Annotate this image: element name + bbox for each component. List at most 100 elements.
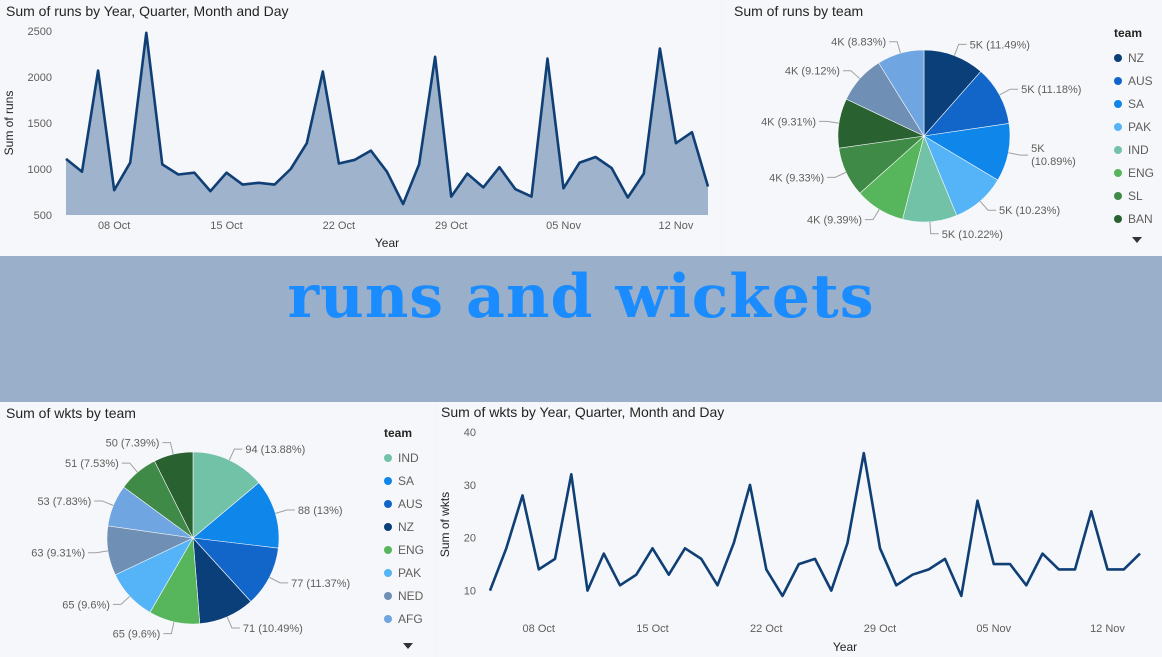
y-tick-label: 30 — [464, 480, 476, 492]
pie-data-label: 65 (9.6%) — [113, 629, 161, 641]
y-tick-label: 10 — [464, 586, 476, 598]
wkts-series-line — [488, 451, 1141, 598]
wkts-legend-more-icon[interactable] — [403, 640, 413, 654]
legend-item-sa[interactable]: SA — [1114, 92, 1154, 115]
pie-leader-line — [275, 509, 295, 514]
legend-item-aus[interactable]: AUS — [1114, 69, 1154, 92]
pie-leader-line — [929, 221, 939, 235]
pie-data-label: 4K (8.83%) — [831, 37, 886, 49]
x-tick-label: 08 Oct — [98, 220, 130, 232]
pie-data-label: 77 (11.37%) — [291, 578, 350, 590]
pie-leader-line — [162, 442, 174, 455]
x-tick-label: 12 Nov — [1090, 623, 1125, 635]
legend-dot — [384, 568, 392, 577]
banner-title: runs and wickets — [287, 262, 875, 332]
pie-data-label: 4K (9.31%) — [761, 116, 816, 128]
wkts-pie-chart[interactable]: 94 (13.88%) 88 (13%) 77 (11.37%) 71 (10.49%… — [0, 402, 434, 657]
legend-item-nz[interactable]: NZ — [384, 515, 424, 538]
legend-dot — [1114, 145, 1122, 154]
x-axis-title: Year — [833, 640, 857, 654]
pie-data-label: 5K (11.18%) — [1021, 84, 1081, 96]
pie-data-label: (10.89%) — [1031, 156, 1076, 168]
runs-legend-more-icon[interactable] — [1132, 234, 1142, 248]
pie-leader-line — [226, 616, 240, 629]
legend-label: IND — [1128, 142, 1149, 157]
y-tick-label: 500 — [34, 210, 52, 222]
y-axis-title: Sum of wkts — [438, 492, 452, 557]
legend-dot — [1114, 53, 1122, 62]
wkts-legend-title: team — [384, 426, 413, 440]
pie-data-label: 88 (13%) — [298, 505, 343, 517]
pie-data-label: 63 (9.31%) — [31, 548, 85, 560]
y-tick-label: 2500 — [28, 26, 52, 38]
pie-data-label: 5K (10.22%) — [942, 229, 1003, 241]
legend-label: BAN — [1128, 211, 1153, 226]
x-tick-label: 05 Nov — [976, 623, 1011, 635]
pie-data-label: 71 (10.49%) — [243, 623, 303, 635]
legend-item-nz[interactable]: NZ — [1114, 46, 1154, 69]
legend-item-sl[interactable]: SL — [1114, 184, 1154, 207]
legend-label: NZ — [398, 519, 414, 534]
legend-dot — [384, 499, 392, 508]
legend-label: AUS — [1128, 73, 1153, 88]
legend-item-eng[interactable]: ENG — [1114, 161, 1154, 184]
legend-label: SL — [1128, 188, 1143, 203]
legend-dot — [1114, 122, 1122, 131]
runs-pie-chart[interactable]: 5K (11.49%) 5K (11.18%) 5K(10.89%) 5K (10.2… — [724, 0, 1162, 256]
pie-leader-line — [112, 595, 131, 605]
legend-item-eng[interactable]: ENG — [384, 538, 424, 561]
legend-dot — [1114, 191, 1122, 200]
legend-item-afg[interactable]: AFG — [384, 607, 424, 630]
pie-data-label: 65 (9.6%) — [62, 599, 110, 611]
runs-line-chart[interactable]: 500 1000 1500 2000 2500 08 Oct 15 Oct 22 Oct 29 … — [0, 0, 720, 256]
wkts-pie-legend: team IND SA AUS NZ ENG PAK NED AFG — [384, 426, 424, 630]
legend-item-pak[interactable]: PAK — [384, 561, 424, 584]
legend-dot — [384, 614, 392, 623]
pie-leader-line — [827, 171, 847, 178]
pie-leader-line — [842, 70, 861, 80]
legend-item-sa[interactable]: SA — [384, 469, 424, 492]
pie-leader-line — [999, 88, 1019, 96]
legend-label: SA — [1128, 96, 1145, 111]
wkts-line-chart[interactable]: 10 20 30 40 08 Oct 15 Oct 22 Oct 29 Oct 05 Nov 12… — [437, 402, 1162, 657]
pie-leader-line — [819, 120, 840, 124]
wkts-line-panel: Sum of wkts by Year, Quarter, Month and … — [437, 402, 1162, 657]
pie-data-label: 4K (9.33%) — [769, 172, 824, 184]
pie-data-label: 50 (7.39%) — [106, 438, 160, 450]
legend-item-ind[interactable]: IND — [384, 446, 424, 469]
legend-dot — [384, 591, 392, 600]
legend-label: PAK — [398, 565, 422, 580]
pie-leader-line — [979, 200, 996, 211]
legend-label: PAK — [1128, 119, 1152, 134]
pie-leader-line — [865, 209, 880, 221]
x-tick-label: 15 Oct — [210, 220, 242, 232]
legend-dot — [384, 545, 392, 554]
legend-item-aus[interactable]: AUS — [384, 492, 424, 515]
legend-item-ind[interactable]: IND — [1114, 138, 1154, 161]
x-tick-label: 29 Oct — [864, 623, 896, 635]
legend-label: NED — [398, 588, 424, 603]
legend-label: ENG — [1128, 165, 1155, 180]
x-tick-label: 22 Oct — [323, 220, 355, 232]
legend-dot — [384, 476, 392, 485]
y-tick-label: 1500 — [28, 118, 52, 130]
wkts-pie-panel: Sum of wkts by team 94 (13.88%) 88 (13%) 7… — [0, 402, 434, 657]
pie-leader-line — [163, 621, 175, 635]
legend-item-pak[interactable]: PAK — [1114, 115, 1154, 138]
legend-label: SA — [398, 473, 415, 488]
runs-pie-legend: team NZ AUS SA PAK IND ENG SL BAN — [1114, 26, 1154, 230]
pie-data-label: 53 (7.83%) — [37, 496, 91, 508]
legend-item-ned[interactable]: NED — [384, 584, 424, 607]
legend-item-ban[interactable]: BAN — [1114, 207, 1154, 230]
y-tick-label: 2000 — [28, 72, 52, 84]
pie-data-label: 5K (11.49%) — [970, 39, 1030, 51]
runs-pie-panel: Sum of runs by team 5K (11.49%) 5K (11.18… — [724, 0, 1162, 256]
legend-dot — [1114, 168, 1122, 177]
pie-leader-line — [889, 41, 901, 54]
legend-dot — [1114, 76, 1122, 85]
pie-leader-line — [121, 462, 138, 473]
x-tick-label: 08 Oct — [523, 623, 555, 635]
pie-data-label: 51 (7.53%) — [65, 458, 119, 470]
y-axis-title: Sum of runs — [2, 91, 16, 156]
legend-label: IND — [398, 450, 419, 465]
